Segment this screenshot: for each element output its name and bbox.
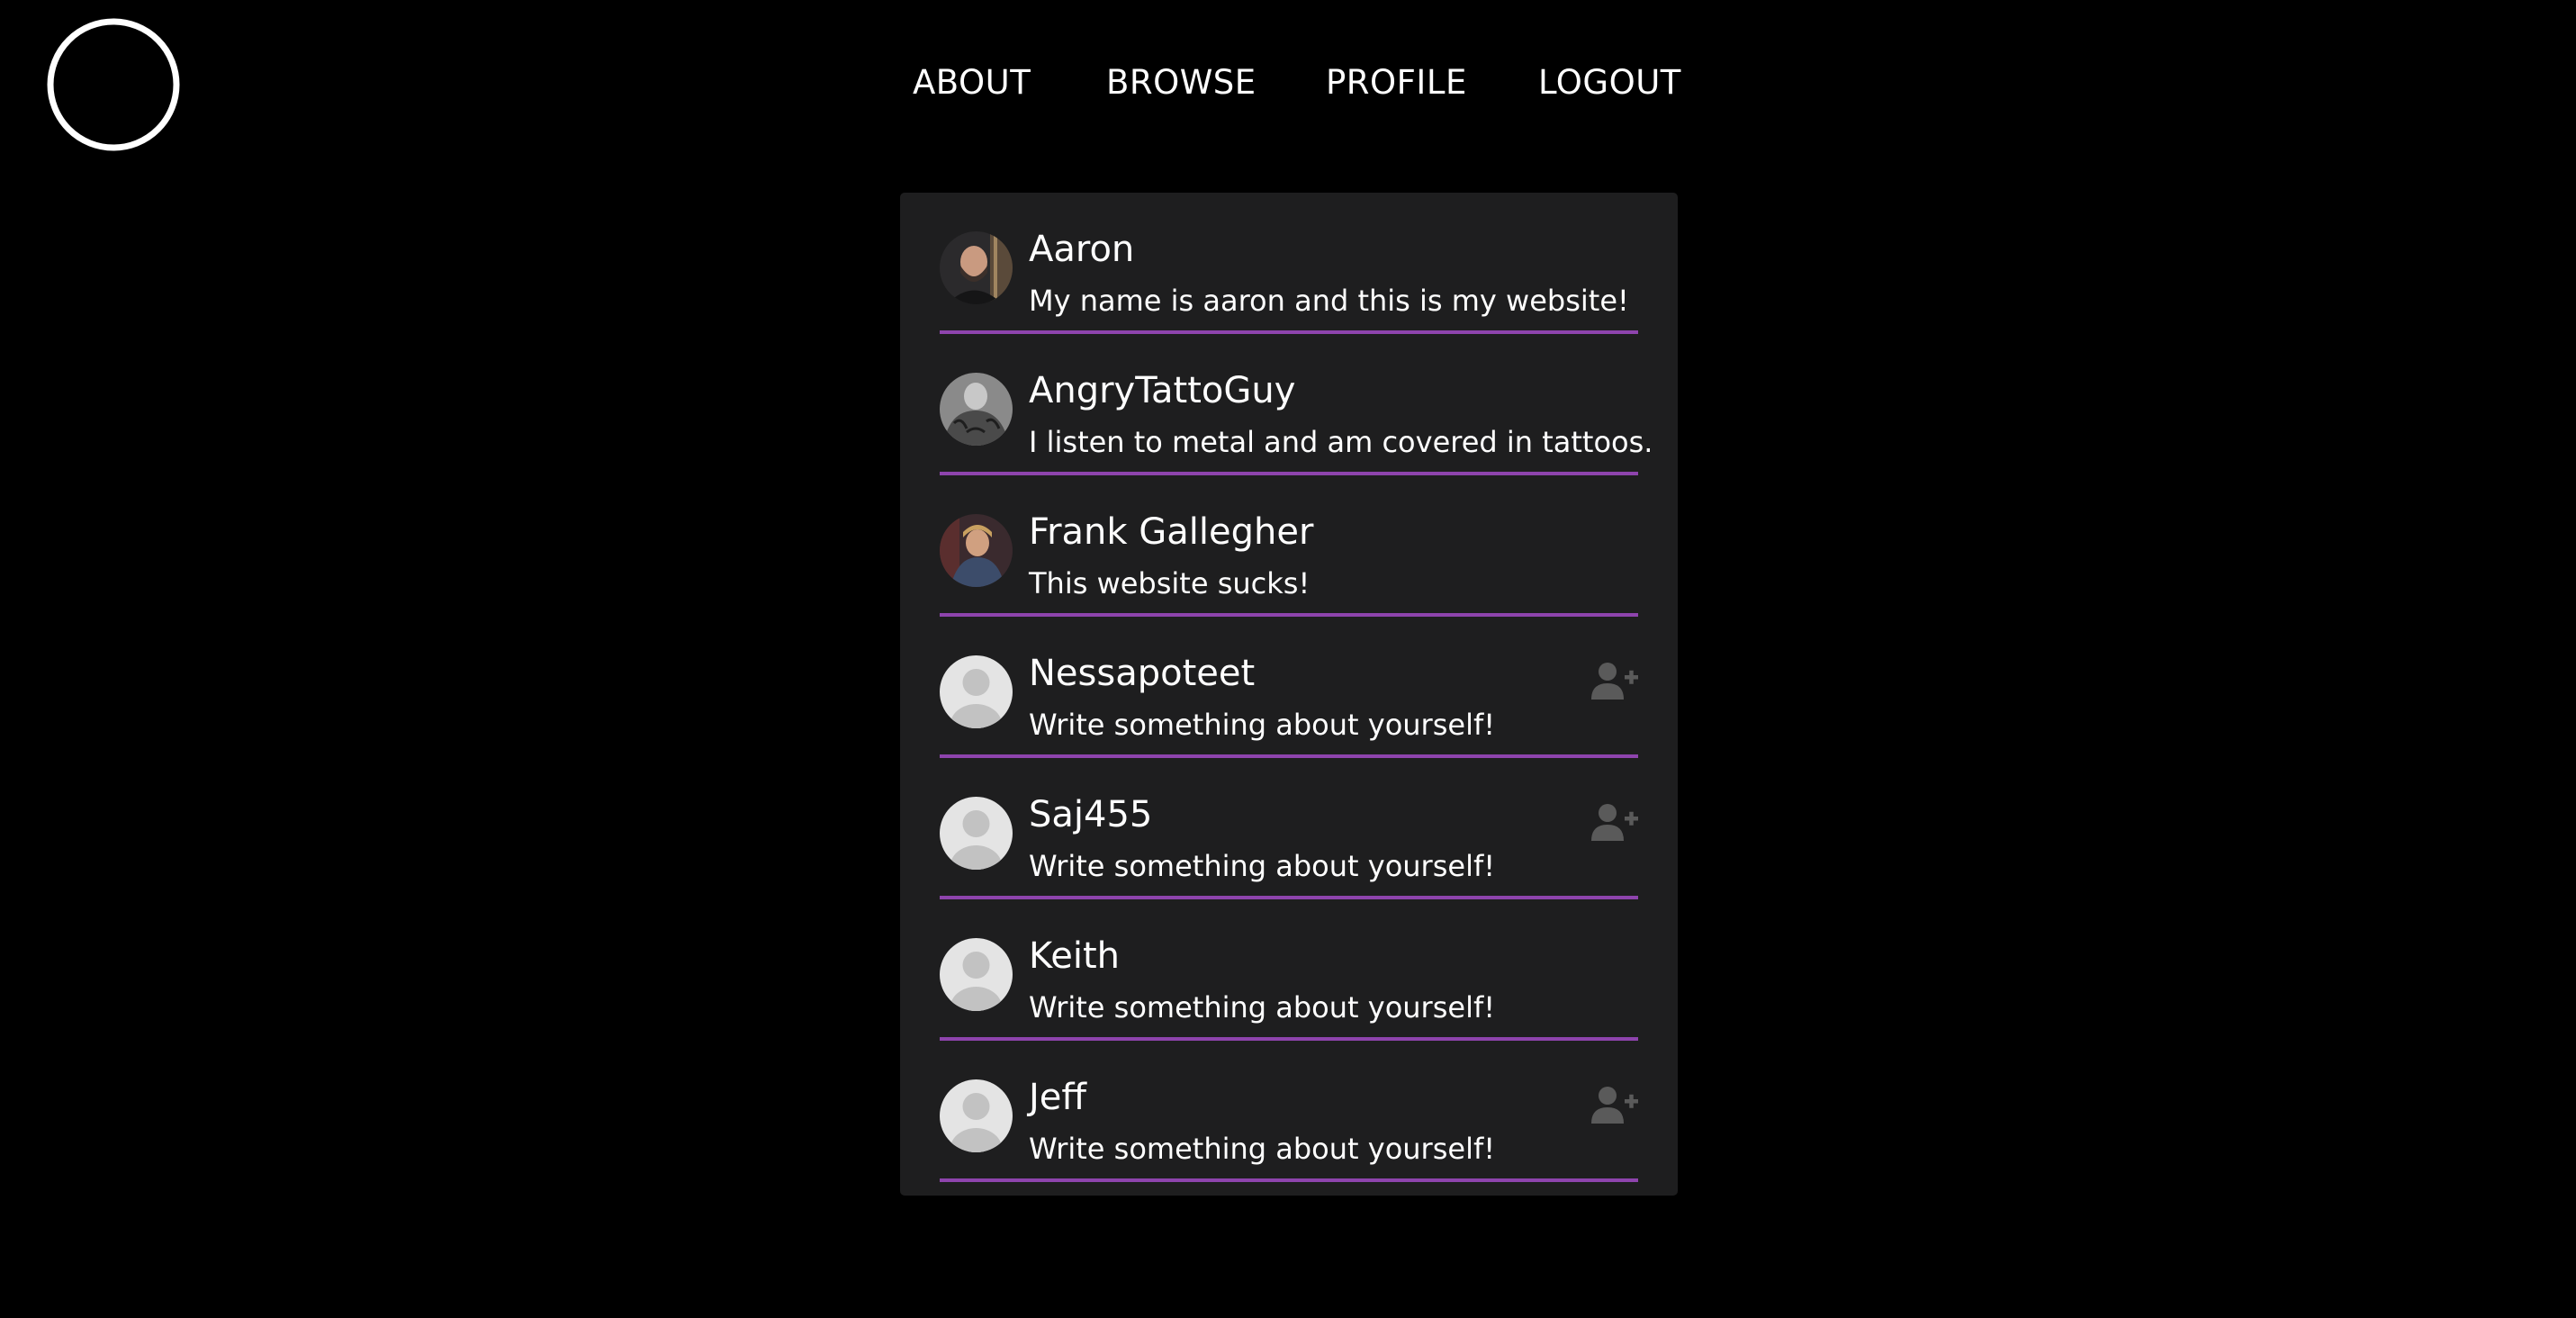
user-plus-icon	[1591, 663, 1638, 700]
avatar[interactable]	[940, 1079, 1013, 1152]
top-nav: ABOUT BROWSE PROFILE LOGOUT	[0, 61, 2576, 104]
user-photo-icon	[940, 514, 1013, 587]
user-plus-icon	[1591, 1087, 1638, 1124]
user-name[interactable]: Keith	[1029, 934, 1120, 979]
user-name[interactable]: AngryTattoGuy	[1029, 368, 1295, 413]
add-friend-button[interactable]	[1591, 1086, 1638, 1124]
user-row[interactable]: Keith Write something about yourself!	[940, 899, 1638, 1041]
avatar[interactable]	[940, 231, 1013, 304]
avatar[interactable]	[940, 514, 1013, 587]
default-avatar-icon	[940, 797, 1013, 870]
nav-logout-link[interactable]: LOGOUT	[1538, 61, 1681, 104]
user-row[interactable]: Saj455 Write something about yourself!	[940, 758, 1638, 899]
default-avatar-icon	[940, 938, 1013, 1011]
user-row[interactable]: Jeff Write something about yourself!	[940, 1041, 1638, 1182]
user-bio: Write something about yourself!	[1029, 708, 1496, 742]
user-name[interactable]: Jeff	[1029, 1075, 1086, 1120]
user-bio: Write something about yourself!	[1029, 1132, 1496, 1166]
avatar[interactable]	[940, 938, 1013, 1011]
user-bio: Write something about yourself!	[1029, 990, 1496, 1025]
user-name[interactable]: Saj455	[1029, 792, 1152, 837]
user-list-panel: Aaron My name is aaron and this is my we…	[900, 193, 1678, 1196]
user-bio: My name is aaron and this is my website!	[1029, 284, 1629, 318]
user-bio: This website sucks!	[1029, 566, 1311, 600]
avatar[interactable]	[940, 797, 1013, 870]
user-name[interactable]: Nessapoteet	[1029, 651, 1255, 696]
user-name[interactable]: Frank Gallegher	[1029, 510, 1313, 555]
user-photo-icon	[940, 373, 1013, 446]
nav-about-link[interactable]: ABOUT	[913, 61, 1031, 104]
avatar[interactable]	[940, 373, 1013, 446]
nav-profile-link[interactable]: PROFILE	[1326, 61, 1467, 104]
nav-browse-link[interactable]: BROWSE	[1106, 61, 1256, 104]
avatar[interactable]	[940, 655, 1013, 728]
add-friend-button[interactable]	[1591, 662, 1638, 700]
user-bio: Write something about yourself!	[1029, 849, 1496, 883]
user-bio: I listen to metal and am covered in tatt…	[1029, 425, 1653, 459]
user-plus-icon	[1591, 804, 1638, 841]
default-avatar-icon	[940, 655, 1013, 728]
user-row[interactable]: Nessapoteet Write something about yourse…	[940, 617, 1638, 758]
user-row[interactable]: AngryTattoGuy I listen to metal and am c…	[940, 334, 1653, 475]
user-row[interactable]: Aaron My name is aaron and this is my we…	[940, 193, 1638, 334]
user-name[interactable]: Aaron	[1029, 227, 1134, 272]
user-row[interactable]: Frank Gallegher This website sucks!	[940, 475, 1638, 617]
user-photo-icon	[940, 231, 1013, 304]
add-friend-button[interactable]	[1591, 803, 1638, 841]
default-avatar-icon	[940, 1079, 1013, 1152]
